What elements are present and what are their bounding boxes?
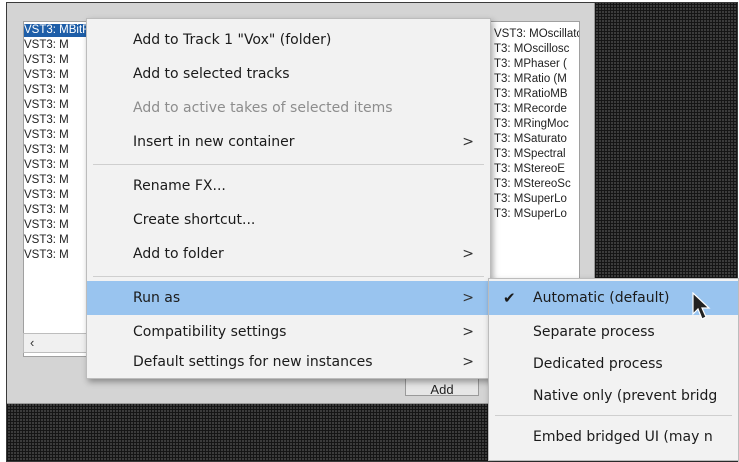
- list-item[interactable]: VST3: M: [24, 189, 69, 202]
- list-item[interactable]: VST3: M: [24, 174, 69, 187]
- list-item[interactable]: T3: MRingMoc: [494, 118, 569, 131]
- list-item[interactable]: T3: MRatioMB: [494, 88, 568, 101]
- submenu-chevron-icon: >: [462, 324, 474, 340]
- menu-item-add-to-active-takes: Add to active takes of selected items: [87, 91, 490, 125]
- fx-context-menu: Add to Track 1 "Vox" (folder) Add to sel…: [86, 18, 491, 379]
- list-item[interactable]: T3: MRatio (M: [494, 73, 567, 86]
- list-item[interactable]: T3: MStereoE: [494, 163, 565, 176]
- menu-separator: [93, 164, 484, 165]
- scroll-left-icon[interactable]: ‹: [30, 335, 34, 350]
- list-item[interactable]: T3: MRecorde: [494, 103, 567, 116]
- submenu-chevron-icon: >: [462, 354, 474, 370]
- list-item[interactable]: T3: MSuperLo: [494, 208, 567, 221]
- submenu-chevron-icon: >: [462, 134, 474, 150]
- list-item[interactable]: VST3: M: [24, 84, 69, 97]
- menu-item-run-as[interactable]: Run as >: [87, 281, 490, 315]
- menu-item-label: Create shortcut...: [133, 212, 256, 228]
- menu-item-rename-fx[interactable]: Rename FX...: [87, 169, 490, 203]
- menu-item-label: Insert in new container: [133, 134, 295, 150]
- list-item[interactable]: T3: MPhaser (: [494, 58, 567, 71]
- menu-item-label: Rename FX...: [133, 178, 226, 194]
- submenu-item-label: Dedicated process: [533, 356, 663, 372]
- list-item[interactable]: VST3: M: [24, 249, 69, 262]
- menu-item-label: Compatibility settings: [133, 324, 287, 340]
- list-item[interactable]: VST3: M: [24, 129, 69, 142]
- menu-item-add-to-selected-tracks[interactable]: Add to selected tracks: [87, 57, 490, 91]
- list-item[interactable]: T3: MOscillosc: [494, 43, 569, 56]
- menu-item-compatibility-settings[interactable]: Compatibility settings >: [87, 315, 490, 349]
- list-item[interactable]: VST3: M: [24, 99, 69, 112]
- menu-item-add-to-folder[interactable]: Add to folder >: [87, 237, 490, 271]
- list-item[interactable]: VST3: M: [24, 54, 69, 67]
- list-item[interactable]: VST3: M: [24, 159, 69, 172]
- submenu-chevron-icon: >: [462, 290, 474, 306]
- menu-item-add-to-track[interactable]: Add to Track 1 "Vox" (folder): [87, 23, 490, 57]
- list-item[interactable]: VST3: M: [24, 144, 69, 157]
- menu-item-label: Run as: [133, 290, 181, 306]
- list-item[interactable]: VST3: M: [24, 234, 69, 247]
- menu-item-label: Add to selected tracks: [133, 66, 290, 82]
- submenu-chevron-icon: >: [462, 246, 474, 262]
- submenu-item-embed-bridged-ui[interactable]: Embed bridged UI (may n: [489, 420, 738, 454]
- list-item[interactable]: T3: MStereoSc: [494, 178, 571, 191]
- submenu-item-dedicated-process[interactable]: Dedicated process: [489, 347, 738, 381]
- list-item[interactable]: VST3: M: [24, 204, 69, 217]
- menu-separator: [495, 415, 732, 416]
- menu-item-default-settings[interactable]: Default settings for new instances >: [87, 345, 490, 379]
- list-item[interactable]: VST3: M: [24, 39, 69, 52]
- list-item[interactable]: T3: MSaturato: [494, 133, 567, 146]
- list-item[interactable]: VST3: M: [24, 114, 69, 127]
- list-item[interactable]: T3: MSuperLo: [494, 193, 567, 206]
- menu-item-label: Add to Track 1 "Vox" (folder): [133, 32, 332, 48]
- submenu-item-label: Embed bridged UI (may n: [533, 429, 713, 445]
- list-item[interactable]: VST3: MOscillato: [494, 28, 579, 41]
- list-item[interactable]: T3: MSpectral: [494, 148, 566, 161]
- menu-item-label: Add to folder: [133, 246, 224, 262]
- submenu-item-native-only[interactable]: Native only (prevent bridg: [489, 379, 738, 413]
- checkmark-icon: ✔: [503, 289, 516, 307]
- list-item[interactable]: VST3: M: [24, 219, 69, 232]
- submenu-item-label: Native only (prevent bridg: [533, 388, 718, 404]
- submenu-item-label: Automatic (default): [533, 290, 670, 306]
- menu-item-label: Add to active takes of selected items: [133, 100, 393, 116]
- menu-item-create-shortcut[interactable]: Create shortcut...: [87, 203, 490, 237]
- list-item[interactable]: VST3: M: [24, 69, 69, 82]
- menu-separator: [93, 276, 484, 277]
- menu-item-label: Default settings for new instances: [133, 354, 373, 370]
- menu-item-insert-in-new-container[interactable]: Insert in new container >: [87, 125, 490, 159]
- mouse-pointer-icon: [692, 292, 711, 320]
- submenu-item-label: Separate process: [533, 324, 655, 340]
